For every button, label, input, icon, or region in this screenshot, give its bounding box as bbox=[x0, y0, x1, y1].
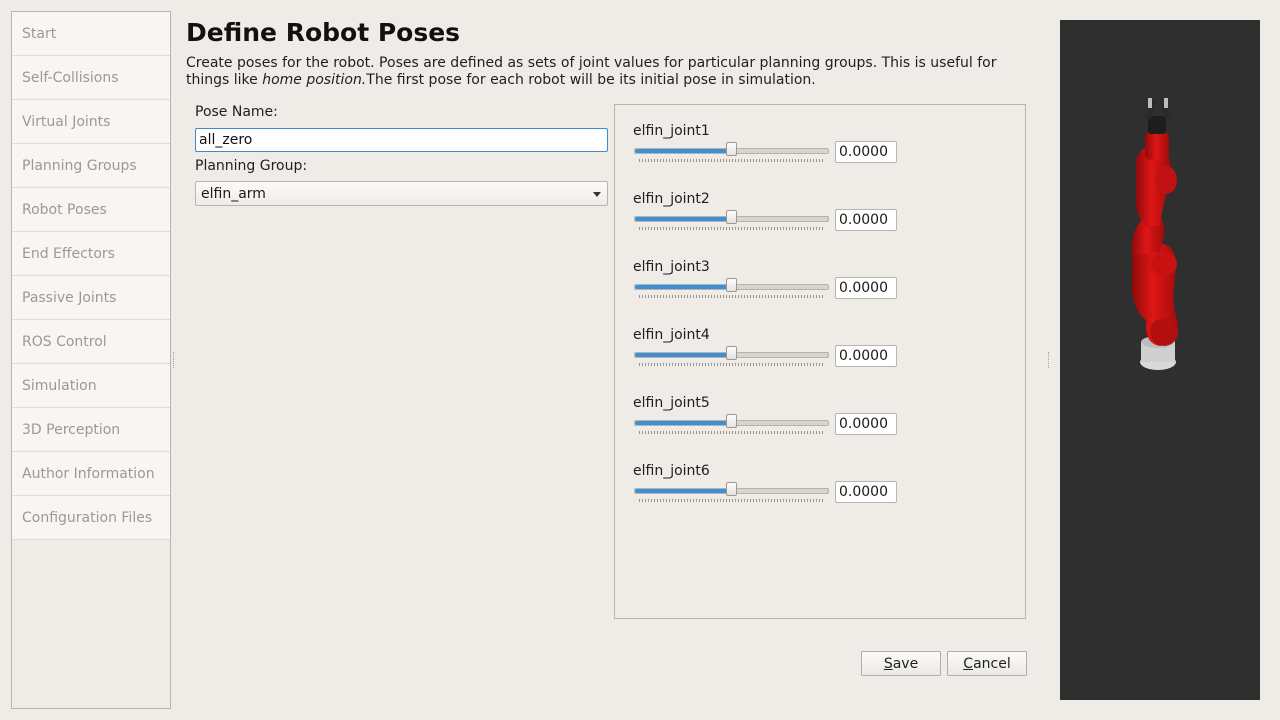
joint-value-field[interactable]: 0.0000 bbox=[835, 481, 897, 503]
pose-name-label: Pose Name: bbox=[195, 104, 278, 120]
sidebar-item-self-collisions[interactable]: Self-Collisions bbox=[12, 56, 170, 100]
robot-arm-model bbox=[1131, 98, 1178, 370]
slider-fill bbox=[635, 149, 732, 153]
slider-ticks bbox=[639, 431, 823, 434]
save-mnemonic: S bbox=[883, 655, 893, 672]
page-description: Create poses for the robot. Poses are de… bbox=[186, 55, 1026, 89]
slider-ticks bbox=[639, 227, 823, 230]
sidebar-nav: Start Self-Collisions Virtual Joints Pla… bbox=[11, 11, 171, 709]
slider-handle[interactable] bbox=[725, 278, 737, 292]
joint-row-2: elfin_joint2 0.0000 bbox=[633, 191, 897, 231]
joint-name: elfin_joint5 bbox=[633, 395, 710, 411]
cancel-button[interactable]: Cancel bbox=[947, 651, 1027, 676]
right-splitter-handle[interactable] bbox=[1048, 352, 1051, 368]
sidebar-item-ros-control[interactable]: ROS Control bbox=[12, 320, 170, 364]
sidebar-item-virtual-joints[interactable]: Virtual Joints bbox=[12, 100, 170, 144]
sidebar-item-3d-perception[interactable]: 3D Perception bbox=[12, 408, 170, 452]
save-label-rest: ave bbox=[892, 655, 919, 672]
slider-ticks bbox=[639, 159, 823, 162]
sidebar-item-author-information[interactable]: Author Information bbox=[12, 452, 170, 496]
cancel-label-rest: ancel bbox=[973, 655, 1011, 672]
left-splitter-handle[interactable] bbox=[173, 352, 176, 368]
robot-3d-viewer[interactable] bbox=[1060, 20, 1260, 700]
pose-name-input[interactable] bbox=[195, 128, 608, 152]
sidebar-item-configuration-files[interactable]: Configuration Files bbox=[12, 496, 170, 540]
slider-handle[interactable] bbox=[725, 482, 737, 496]
joint-name: elfin_joint4 bbox=[633, 327, 710, 343]
slider-handle[interactable] bbox=[725, 414, 737, 428]
sidebar-item-simulation[interactable]: Simulation bbox=[12, 364, 170, 408]
sidebar-item-end-effectors[interactable]: End Effectors bbox=[12, 232, 170, 276]
sidebar-item-planning-groups[interactable]: Planning Groups bbox=[12, 144, 170, 188]
slider-fill bbox=[635, 217, 732, 221]
joint-name: elfin_joint1 bbox=[633, 123, 710, 139]
planning-group-label: Planning Group: bbox=[195, 158, 308, 174]
save-button[interactable]: Save bbox=[861, 651, 941, 676]
chevron-down-icon bbox=[593, 192, 601, 197]
joint-row-4: elfin_joint4 0.0000 bbox=[633, 327, 897, 367]
sidebar-item-start[interactable]: Start bbox=[12, 12, 170, 56]
joint-sliders-panel: elfin_joint1 0.0000 elfin_joint2 0.0000 … bbox=[614, 104, 1026, 619]
planning-group-dropdown[interactable]: elfin_arm bbox=[195, 181, 608, 206]
joint-value-field[interactable]: 0.0000 bbox=[835, 345, 897, 367]
joint-value-field[interactable]: 0.0000 bbox=[835, 209, 897, 231]
slider-handle[interactable] bbox=[725, 210, 737, 224]
slider-fill bbox=[635, 489, 732, 493]
page-title: Define Robot Poses bbox=[186, 18, 461, 47]
joint-name: elfin_joint3 bbox=[633, 259, 710, 275]
slider-fill bbox=[635, 353, 732, 357]
slider-ticks bbox=[639, 499, 823, 502]
joint-row-1: elfin_joint1 0.0000 bbox=[633, 123, 897, 163]
joint-row-6: elfin_joint6 0.0000 bbox=[633, 463, 897, 503]
slider-ticks bbox=[639, 363, 823, 366]
cancel-mnemonic: C bbox=[963, 655, 974, 672]
slider-handle[interactable] bbox=[725, 142, 737, 156]
joint-row-3: elfin_joint3 0.0000 bbox=[633, 259, 897, 299]
slider-fill bbox=[635, 421, 732, 425]
joint-name: elfin_joint6 bbox=[633, 463, 710, 479]
description-italic: home position. bbox=[262, 72, 367, 88]
joint-value-field[interactable]: 0.0000 bbox=[835, 141, 897, 163]
joint-value-field[interactable]: 0.0000 bbox=[835, 413, 897, 435]
sidebar-item-passive-joints[interactable]: Passive Joints bbox=[12, 276, 170, 320]
joint-name: elfin_joint2 bbox=[633, 191, 710, 207]
slider-handle[interactable] bbox=[725, 346, 737, 360]
description-text-2: The first pose for each robot will be it… bbox=[366, 72, 816, 88]
sidebar-item-robot-poses[interactable]: Robot Poses bbox=[12, 188, 170, 232]
joint-row-5: elfin_joint5 0.0000 bbox=[633, 395, 897, 435]
slider-fill bbox=[635, 285, 732, 289]
planning-group-value: elfin_arm bbox=[201, 185, 266, 202]
slider-ticks bbox=[639, 295, 823, 298]
joint-value-field[interactable]: 0.0000 bbox=[835, 277, 897, 299]
